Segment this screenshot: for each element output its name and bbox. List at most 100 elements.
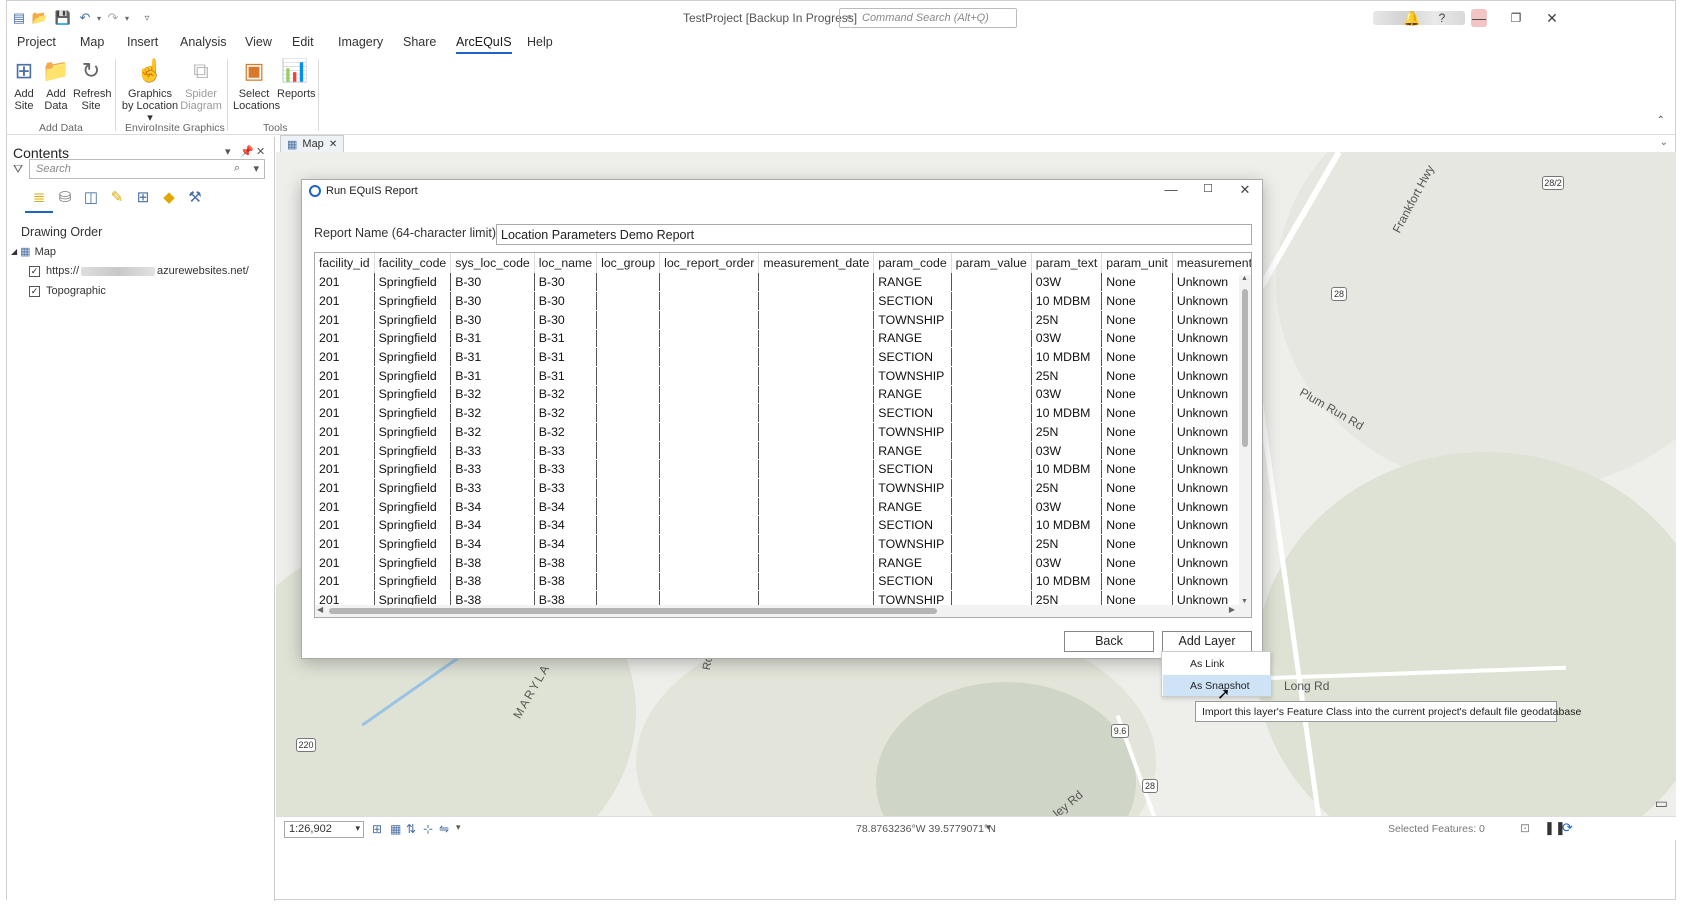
table-cell[interactable]: B-38 xyxy=(534,553,598,573)
table-cell[interactable] xyxy=(758,347,875,367)
table-cell[interactable]: 25N xyxy=(1031,310,1103,330)
table-cell[interactable] xyxy=(951,441,1032,461)
table-cell[interactable]: B-30 xyxy=(450,273,535,293)
report-name-input[interactable] xyxy=(496,224,1252,245)
column-header[interactable]: facility_code xyxy=(374,253,452,273)
table-cell[interactable]: 10 MDBM xyxy=(1031,572,1103,592)
table-cell[interactable]: B-33 xyxy=(450,459,535,480)
table-cell[interactable]: 201 xyxy=(315,310,375,330)
map-tips-icon[interactable]: ▭ xyxy=(1655,795,1668,812)
scroll-down-icon[interactable]: ▼ xyxy=(1241,598,1248,605)
table-cell[interactable]: 03W xyxy=(1031,329,1103,349)
table-cell[interactable]: 201 xyxy=(315,329,375,349)
table-cell[interactable]: RANGE xyxy=(873,385,952,405)
table-cell[interactable] xyxy=(951,553,1032,573)
table-cell[interactable] xyxy=(659,347,760,367)
table-cell[interactable]: B-34 xyxy=(534,534,598,554)
table-row[interactable]: 201 Springfield B-31 B-31 SECTION 10 MDBM None… xyxy=(315,347,1251,367)
scale-selector[interactable]: 1:26,902 ▾ xyxy=(284,821,364,838)
table-row[interactable]: 201 Springfield B-31 B-31 RANGE 03W None Unknow… xyxy=(315,329,1251,349)
table-cell[interactable] xyxy=(596,441,661,461)
table-cell[interactable]: B-30 xyxy=(534,273,598,293)
table-row[interactable]: 201 Springfield B-30 B-30 SECTION 10 MDBM None… xyxy=(315,291,1251,311)
table-row[interactable]: 201 Springfield B-34 B-34 TOWNSHIP 25N None Unk… xyxy=(315,534,1251,554)
table-cell[interactable]: 03W xyxy=(1031,385,1103,405)
table-row[interactable]: 201 Springfield B-33 B-33 RANGE 03W None Unknow… xyxy=(315,441,1251,461)
add-layer-button[interactable]: Add Layer xyxy=(1162,631,1252,652)
table-cell[interactable] xyxy=(951,459,1032,480)
table-cell[interactable]: 201 xyxy=(315,273,375,293)
table-cell[interactable]: Springfield xyxy=(374,572,452,592)
table-cell[interactable] xyxy=(596,366,661,386)
tab-imagery[interactable]: Imagery xyxy=(338,35,383,52)
table-cell[interactable] xyxy=(659,459,760,480)
refresh-icon[interactable]: ⟳ xyxy=(1562,820,1573,836)
minimize-button[interactable]: — xyxy=(1161,182,1181,197)
table-cell[interactable]: B-31 xyxy=(534,366,598,386)
table-cell[interactable]: 201 xyxy=(315,422,375,442)
restore-button[interactable]: ❐ xyxy=(1501,7,1531,29)
table-cell[interactable]: None xyxy=(1101,310,1173,330)
table-cell[interactable] xyxy=(951,403,1032,423)
table-cell[interactable]: RANGE xyxy=(873,553,952,573)
report-preview-grid[interactable]: facility_id facility_code sys_loc_code l… xyxy=(314,252,1252,618)
table-cell[interactable]: 201 xyxy=(315,572,375,592)
column-header[interactable]: sys_loc_code xyxy=(450,253,535,273)
table-cell[interactable]: B-31 xyxy=(534,329,598,349)
table-row[interactable]: 201 Springfield B-30 B-30 RANGE 03W None Unknow… xyxy=(315,273,1251,293)
table-cell[interactable] xyxy=(659,385,760,405)
table-cell[interactable]: None xyxy=(1101,515,1173,536)
table-cell[interactable]: TOWNSHIP xyxy=(873,478,952,498)
table-cell[interactable]: RANGE xyxy=(873,497,952,517)
list-by-snapping-icon[interactable]: ⊞ xyxy=(133,187,153,207)
table-cell[interactable]: SECTION xyxy=(873,459,952,480)
table-cell[interactable]: 25N xyxy=(1031,422,1103,442)
table-cell[interactable]: 201 xyxy=(315,534,375,554)
table-cell[interactable] xyxy=(596,422,661,442)
close-dialog-button[interactable]: ✕ xyxy=(1235,182,1255,198)
column-header[interactable]: facility_id xyxy=(315,253,375,273)
menu-item-as-link[interactable]: As Link xyxy=(1163,653,1271,674)
table-cell[interactable]: B-33 xyxy=(534,478,598,498)
table-cell[interactable]: Springfield xyxy=(374,459,452,480)
column-header[interactable]: measurement_me xyxy=(1172,253,1251,273)
table-row[interactable]: 201 Springfield B-32 B-32 TOWNSHIP 25N None Unk… xyxy=(315,422,1251,442)
scroll-right-icon[interactable]: ▶ xyxy=(1229,605,1235,614)
open-project-icon[interactable]: 📂 xyxy=(32,10,48,26)
table-cell[interactable]: SECTION xyxy=(873,347,952,367)
table-cell[interactable] xyxy=(659,273,760,293)
list-by-drawing-order-icon[interactable]: ≣ xyxy=(29,187,49,207)
tab-project[interactable]: Project xyxy=(17,35,56,52)
table-cell[interactable] xyxy=(596,310,661,330)
table-cell[interactable]: SECTION xyxy=(873,572,952,592)
table-cell[interactable] xyxy=(659,310,760,330)
collapse-ribbon-icon[interactable]: ⌃ xyxy=(1657,115,1665,126)
table-cell[interactable]: 10 MDBM xyxy=(1031,347,1103,367)
back-button[interactable]: Back xyxy=(1064,631,1154,652)
table-cell[interactable]: 25N xyxy=(1031,478,1103,498)
expand-icon[interactable]: ◢ xyxy=(11,247,17,256)
navigation-icon[interactable]: ⇋ xyxy=(439,822,449,836)
table-cell[interactable] xyxy=(951,310,1032,330)
tab-map[interactable]: Map xyxy=(80,35,104,52)
list-by-editing-icon[interactable]: ✎ xyxy=(107,187,127,207)
table-cell[interactable] xyxy=(758,534,875,554)
table-cell[interactable]: B-34 xyxy=(534,515,598,536)
table-cell[interactable]: B-32 xyxy=(534,385,598,405)
tab-analysis[interactable]: Analysis xyxy=(180,35,227,52)
table-cell[interactable]: 10 MDBM xyxy=(1031,403,1103,423)
table-cell[interactable]: TOWNSHIP xyxy=(873,366,952,386)
table-cell[interactable] xyxy=(951,347,1032,367)
table-cell[interactable]: None xyxy=(1101,497,1173,517)
table-cell[interactable]: 201 xyxy=(315,366,375,386)
table-cell[interactable]: B-33 xyxy=(450,478,535,498)
column-header[interactable]: loc_group xyxy=(596,253,661,273)
table-cell[interactable]: 201 xyxy=(315,385,375,405)
table-cell[interactable] xyxy=(596,459,661,480)
table-cell[interactable]: None xyxy=(1101,347,1173,367)
table-cell[interactable]: TOWNSHIP xyxy=(873,310,952,330)
scrollbar-thumb[interactable] xyxy=(329,608,937,614)
tab-map-view[interactable]: ▦ Map ✕ xyxy=(280,135,345,153)
table-cell[interactable] xyxy=(596,385,661,405)
table-cell[interactable]: 10 MDBM xyxy=(1031,459,1103,480)
